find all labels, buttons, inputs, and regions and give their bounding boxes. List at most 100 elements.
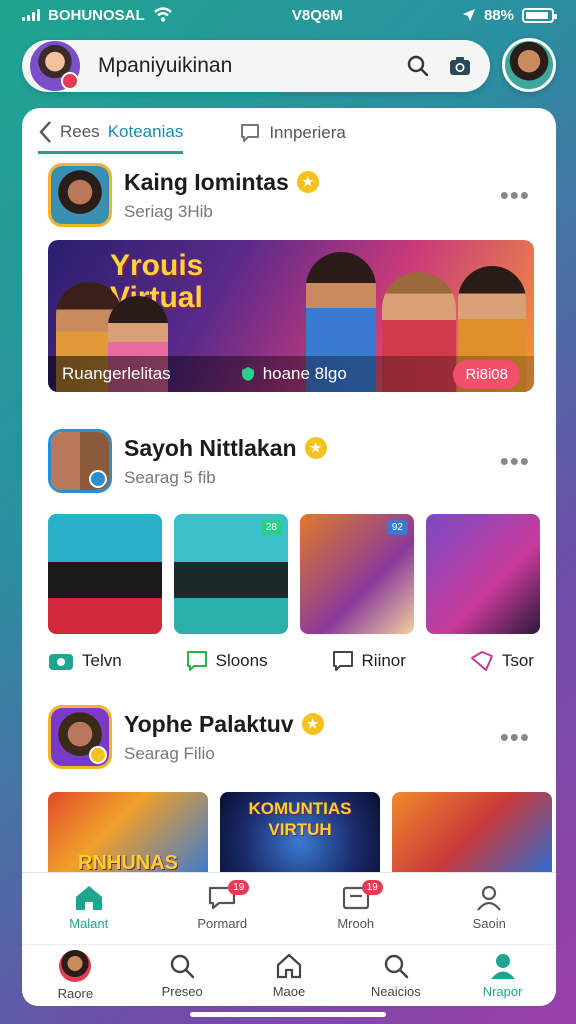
join-button[interactable]: Ri8i08 (453, 359, 520, 389)
media-grid: 28 92 (48, 514, 540, 634)
community-header: Kaing Iomintas ★ Seriag 3Hib ••• (22, 162, 556, 228)
tab-communities[interactable]: Rees Koteanias (38, 112, 184, 154)
reply-action[interactable]: Riinor (332, 650, 406, 672)
wifi-icon (153, 7, 172, 22)
community-header: Sayoh Nittlakan ★ Searag 5 fib ••• (22, 428, 556, 494)
back-arrow-icon[interactable] (38, 120, 52, 144)
media-thumbnail[interactable]: 28 (174, 514, 288, 634)
notification-badge: 19 (361, 880, 383, 895)
chat-bubble-icon (241, 124, 260, 142)
status-badge (89, 746, 107, 764)
media-row: RNHUNAS KOMUNTIAS VIRTUH (48, 792, 552, 876)
camera-icon[interactable] (442, 48, 478, 84)
search-icon (384, 954, 408, 979)
media-thumbnail[interactable] (426, 514, 540, 634)
banner-footer-label: Ruangerlelitas (62, 364, 171, 383)
media-thumbnail[interactable]: KOMUNTIAS VIRTUH (220, 792, 380, 876)
members-online: hoane 8lgo (241, 364, 347, 384)
nav-profile[interactable]: Raore (30, 950, 120, 1001)
nav-search[interactable]: Preseo (137, 952, 227, 999)
bottom-tab-bar: Malant 19 Pormard 19 Mrooh Saoin (22, 872, 556, 942)
community-subtitle: Seriag 3Hib (124, 201, 213, 221)
community-avatar[interactable] (48, 163, 112, 227)
comment-action[interactable]: Sloons (186, 650, 268, 672)
tab-label: Innperiera (269, 123, 346, 142)
chat-bubble-icon (332, 651, 353, 671)
home-icon (75, 886, 102, 910)
community-header: Yophe Palaktuv ★ Searag Filio ••• (22, 704, 556, 770)
video-action[interactable]: Telvn (48, 650, 122, 672)
media-thumbnail[interactable]: RNHUNAS (48, 792, 208, 876)
media-thumbnail[interactable]: 92 (300, 514, 414, 634)
search-icon (170, 954, 195, 979)
comment-icon (186, 651, 207, 671)
share-action[interactable]: Tsor (470, 650, 534, 672)
nav-notifications[interactable]: Neaicios (351, 952, 441, 999)
tab-home[interactable]: Malant (39, 884, 139, 931)
tab-profile[interactable]: Saoin (439, 884, 539, 931)
tab-label: Koteanias (107, 121, 184, 141)
video-icon (49, 654, 73, 670)
community-avatar[interactable] (48, 429, 112, 493)
live-indicator-icon (61, 72, 79, 90)
community-info: Kaing Iomintas ★ Seriag 3Hib (124, 169, 500, 222)
notification-badge: 19 (228, 880, 250, 895)
search-icon[interactable] (400, 48, 436, 84)
community-info: Yophe Palaktuv ★ Searag Filio (124, 711, 500, 764)
action-row: Telvn Sloons Riinor Tsor (48, 650, 534, 672)
media-thumbnail[interactable] (392, 792, 552, 876)
status-left: BOHUNOSAL (22, 7, 173, 24)
tab-bar: Rees Koteanias Innperiera (22, 108, 556, 158)
tab-insights[interactable]: Innperiera (239, 112, 346, 154)
person-icon (490, 954, 515, 979)
avatar (59, 950, 92, 982)
person-icon (477, 885, 502, 911)
thumbnail-tag: 28 (260, 520, 282, 535)
community-subtitle: Searag Filio (124, 743, 215, 763)
community-avatar[interactable] (48, 705, 112, 769)
battery-icon (522, 7, 557, 23)
signal-icon (22, 9, 40, 21)
media-thumbnail[interactable] (48, 514, 162, 634)
user-avatar[interactable] (30, 41, 80, 91)
home-icon (276, 953, 302, 979)
community-info: Sayoh Nittlakan ★ Searag 5 fib (124, 435, 500, 488)
status-bar: BOHUNOSAL V8Q6M 88% (0, 0, 576, 30)
community-card[interactable]: Sayoh Nittlakan ★ Searag 5 fib ••• (22, 428, 556, 494)
more-options-icon[interactable]: ••• (500, 180, 530, 211)
status-badge (89, 470, 107, 488)
main-panel: Rees Koteanias Innperiera Kaing Iomintas… (22, 108, 556, 944)
location-icon (462, 9, 475, 21)
tab-messages[interactable]: 19 Mrooh (306, 880, 406, 931)
search-input[interactable]: Mpaniyuikinan (98, 54, 394, 78)
verified-star-icon: ★ (304, 437, 327, 459)
featured-banner[interactable]: Yrouis Virtual Ruangerlelitas hoane 8lgo… (48, 240, 534, 392)
more-options-icon[interactable]: ••• (500, 722, 530, 753)
status-right: 88% (462, 6, 557, 24)
tag-icon (470, 651, 493, 671)
shield-icon (241, 367, 254, 381)
carrier-name: BOHUNOSAL (48, 6, 145, 24)
nav-account[interactable]: Nrapor (458, 952, 548, 999)
home-indicator[interactable] (190, 1012, 386, 1017)
thumbnail-text: KOMUNTIAS VIRTUH (248, 799, 352, 840)
verified-star-icon: ★ (301, 713, 324, 735)
search-bar[interactable]: Mpaniyuikinan (22, 40, 490, 92)
community-title[interactable]: Sayoh Nittlakan ★ (124, 435, 500, 462)
nav-home[interactable]: Maoe (244, 952, 334, 999)
community-card[interactable]: Yophe Palaktuv ★ Searag Filio ••• (22, 704, 556, 770)
tab-forward[interactable]: 19 Pormard (172, 880, 272, 931)
status-time: V8Q6M (291, 6, 343, 24)
battery-percent: 88% (483, 6, 514, 24)
thumbnail-tag: 92 (386, 520, 408, 535)
bottom-nav: Raore Preseo Maoe Neaicios Nrapor (22, 944, 556, 1006)
community-card[interactable]: Kaing Iomintas ★ Seriag 3Hib ••• (22, 158, 556, 228)
banner-footer: Ruangerlelitas hoane 8lgo Ri8i08 (48, 356, 534, 392)
verified-star-icon: ★ (296, 171, 319, 193)
community-title[interactable]: Kaing Iomintas ★ (124, 169, 500, 196)
profile-avatar[interactable] (502, 38, 556, 92)
more-options-icon[interactable]: ••• (500, 446, 530, 477)
community-title[interactable]: Yophe Palaktuv ★ (124, 711, 500, 738)
community-subtitle: Searag 5 fib (124, 467, 216, 487)
tab-label-prefix: Rees (60, 121, 100, 141)
